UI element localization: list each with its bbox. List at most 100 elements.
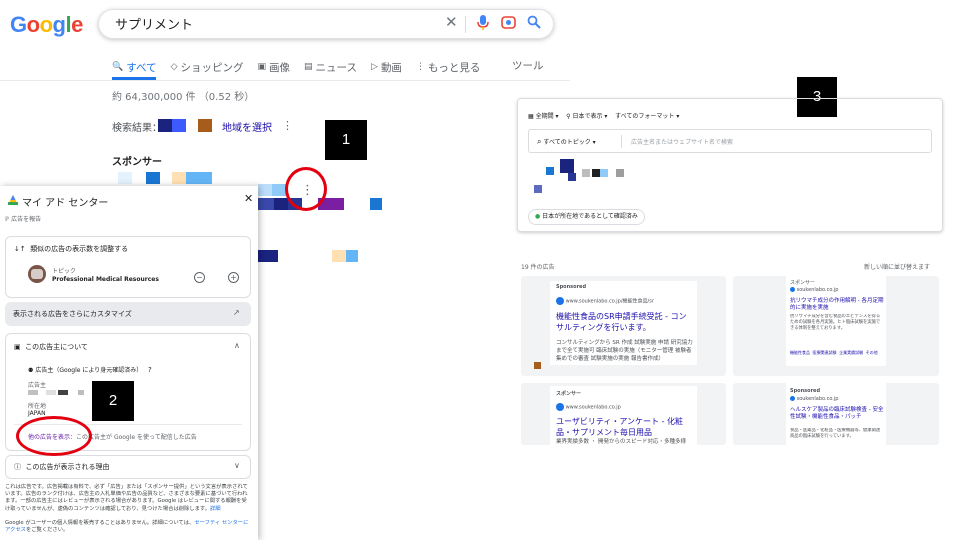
decrease-button[interactable]: − <box>194 272 205 283</box>
mosaic-block <box>568 173 576 181</box>
advertiser-search-input[interactable]: 広告主名またはウェブサイト名で検索 <box>631 137 733 146</box>
ad-title: ユーザビリティ・アンケート - 化粧品・サプリメント毎日用品 <box>556 417 684 437</box>
close-icon[interactable]: ✕ <box>244 192 253 205</box>
tab-label: ショッピング <box>180 61 244 74</box>
mosaic-block <box>158 119 172 132</box>
annotation-circle-1 <box>285 167 327 211</box>
tab-1[interactable]: ◇ ショッピング <box>171 56 244 78</box>
logo-letter: G <box>10 12 27 37</box>
search-box[interactable]: ✕ <box>98 9 554 39</box>
mosaic-block <box>172 119 186 132</box>
ad-label: スポンサー <box>790 280 816 286</box>
mosaic-block <box>600 169 608 177</box>
open-external-icon: ↗ <box>233 308 240 317</box>
format-filter[interactable]: すべてのフォーマット ▾ <box>615 113 679 120</box>
advertiser-page-card: ▦ 全期間 ▾ ⚲ 日本で表示 ▾ すべてのフォーマット ▾ ⌕ すべてのトピッ… <box>517 98 943 232</box>
help-icon[interactable]: ? <box>148 366 152 374</box>
sort-dropdown[interactable]: 新しい順に並び替えます <box>864 262 930 271</box>
search-input[interactable] <box>113 15 437 32</box>
header-divider <box>0 80 570 81</box>
location-pin-icon: ⚲ <box>566 113 571 120</box>
advertiser-label: 広告主 <box>28 382 47 389</box>
search-tabs: 🔍 すべて ◇ ショッピング ▣ 画像 ▤ ニュース ▷ 動画 ⋮ もっと見る <box>112 56 480 78</box>
more-options-icon[interactable]: ⋮ <box>282 119 293 132</box>
ad-description: 抗リウマチ成分を含む食品のエビデンスを得るための試験を各月実施。ヒト臨床試験を実… <box>790 314 881 331</box>
why-ad-card[interactable]: ⓘ この広告が表示される理由 ∨ <box>5 455 251 479</box>
ad-url: www.soukenlabo.co.jp/機能性食品/sr <box>565 298 654 305</box>
mosaic-block <box>332 250 346 262</box>
site-favicon <box>556 403 564 411</box>
location-label: 所在地 <box>28 403 47 410</box>
google-logo[interactable]: Google <box>10 12 83 38</box>
advertiser-search-box[interactable]: ⌕ すべてのトピック ▾ 広告主名またはウェブサイト名で検索 <box>528 129 932 153</box>
other-ads-description: この広告主が Google を使って配信した広告 <box>76 434 197 441</box>
result-stats: 約 64,300,000 件 （0.52 秒） <box>112 92 255 103</box>
tag-icon: ◇ <box>170 62 178 72</box>
ad-preview-card[interactable]: スポンサー www.soukenlabo.co.jp ユーザビリティ・アンケート… <box>521 383 726 445</box>
sort-arrows-icon: ↓↑ <box>14 245 26 253</box>
ad-title: 抗リウマチ成分の作用解明 - 各月定期的に実施を実施 <box>790 298 884 311</box>
tab-label: すべて <box>126 61 157 74</box>
search-icon: ⌕ <box>537 137 542 146</box>
back-icon: ℙ <box>5 216 10 223</box>
adjust-title: ↓↑ 類似の広告の表示数を調整する <box>14 245 129 253</box>
panel-header: マイ アド センター <box>8 194 108 209</box>
tools-button[interactable]: ツール <box>512 58 544 73</box>
adjust-ads-card: ↓↑ 類似の広告の表示数を調整する トピック Professional Medi… <box>5 236 251 298</box>
tab-2[interactable]: ▣ 画像 <box>258 56 291 78</box>
chevron-up-icon[interactable]: ∧ <box>234 341 240 350</box>
mosaic-block <box>534 362 541 369</box>
tab-0[interactable]: 🔍 すべて <box>112 56 157 78</box>
filter-bar: ▦ 全期間 ▾ ⚲ 日本で表示 ▾ すべてのフォーマット ▾ <box>528 111 679 120</box>
ad-preview-card[interactable]: Sponsored soukenlabo.co.jp ヘルスケア製品の臨床試験検… <box>733 383 939 445</box>
info-card-icon: ▣ <box>14 343 21 351</box>
region-filter[interactable]: ⚲ 日本で表示 ▾ <box>566 113 607 120</box>
logo-letter: o <box>39 12 53 37</box>
topic-label: トピック <box>52 268 77 275</box>
tab-label: ニュース <box>315 61 358 74</box>
mosaic-block <box>146 172 160 184</box>
ad-url: soukenlabo.co.jp <box>796 287 839 293</box>
ad-disclaimer: これは広告です。広告掲載は有料で、必ず「広告」または「スポンサー提供」という文言… <box>5 484 248 512</box>
logo-letter: e <box>71 12 83 37</box>
tab-3[interactable]: ▤ ニュース <box>304 56 357 78</box>
tab-4[interactable]: ▷ 動画 <box>371 56 402 78</box>
report-ad-link[interactable]: ℙ 広告を報告 <box>5 214 41 223</box>
site-favicon <box>556 297 564 305</box>
search-icon[interactable] <box>527 15 541 35</box>
ad-description: 食品・医薬品・化粧品・医療機器等、健康関連商品の臨床試験を行っています。 <box>790 428 881 439</box>
mosaic-block <box>28 390 38 395</box>
mosaic-block <box>546 167 554 175</box>
mosaic-block <box>560 159 574 173</box>
info-icon: ⓘ <box>14 463 21 471</box>
logo-letter: g <box>52 12 66 37</box>
period-filter[interactable]: ▦ 全期間 ▾ <box>528 113 559 120</box>
calendar-icon: ▦ <box>528 113 534 120</box>
logo-letter: o <box>26 12 40 37</box>
microphone-icon[interactable] <box>477 15 489 37</box>
ad-label: Sponsored <box>790 388 821 394</box>
increase-button[interactable]: + <box>228 272 239 283</box>
ad-description: 業界実績多数 ・ 開発からのスピード対応・多種多様 <box>556 439 686 445</box>
image-icon: ▣ <box>257 62 267 72</box>
advertiser-verified: ⚉ 広告主（Google により身元確認済み） ? <box>28 366 152 374</box>
details-link[interactable]: 詳細 <box>210 506 221 512</box>
advertiser-section-title[interactable]: ▣ この広告主について <box>14 342 88 352</box>
mosaic-block <box>46 390 56 395</box>
verified-icon: ● <box>535 213 541 220</box>
lens-camera-icon[interactable] <box>501 15 516 36</box>
mosaic-block <box>172 172 186 184</box>
clear-icon[interactable]: ✕ <box>445 13 458 31</box>
mosaic-block <box>274 198 288 210</box>
video-icon: ▷ <box>371 62 378 72</box>
ad-sitelinks: 機能性食品 医療関連試験 企業実績試験 その他 <box>790 350 878 355</box>
select-region-link[interactable]: 地域を選択 <box>222 119 272 134</box>
more-vert-icon: ⋮ <box>415 62 425 72</box>
topic-dropdown[interactable]: ⌕ すべてのトピック ▾ <box>537 137 596 147</box>
mosaic-block <box>592 169 600 177</box>
tab-5[interactable]: ⋮ もっと見る <box>416 56 481 78</box>
ad-preview-card[interactable]: Sponsored www.soukenlabo.co.jp/機能性食品/sr … <box>521 276 726 376</box>
ad-preview-card[interactable]: スポンサー soukenlabo.co.jp 抗リウマチ成分の作用解明 - 各月… <box>733 276 939 376</box>
chevron-down-icon[interactable]: ∨ <box>234 461 240 470</box>
customize-ads-button[interactable]: 表示される広告をさらにカスタマイズ ↗ <box>5 302 251 326</box>
